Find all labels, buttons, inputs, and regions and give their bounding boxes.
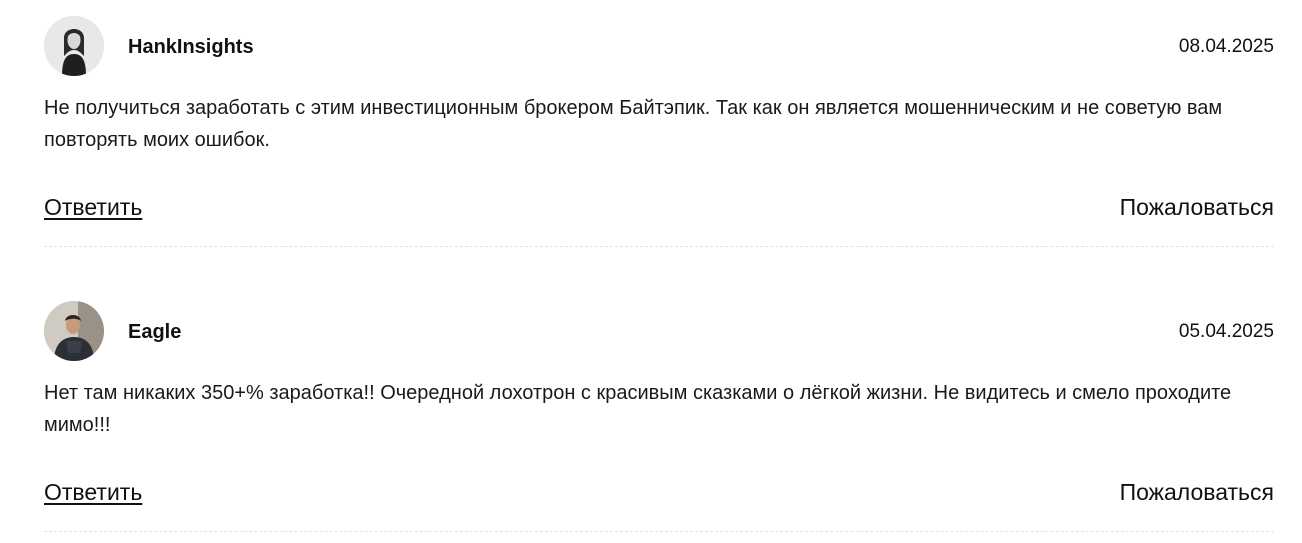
comment-author: Eagle [128, 321, 182, 343]
comment-header: HankInsights 08.04.2025 [44, 16, 1274, 76]
comment-divider [44, 246, 1274, 247]
reply-link[interactable]: Ответить [44, 192, 142, 222]
comment-text: Нет там никаких 350+% заработка!! Очеред… [44, 382, 1232, 436]
comments-list: HankInsights 08.04.2025 Не получиться за… [44, 0, 1274, 543]
user-avatar-photo-icon [44, 301, 104, 361]
avatar [44, 16, 104, 76]
comment-actions: Ответить Пожаловаться [44, 192, 1274, 222]
comment-text: Не получиться заработать с этим инвестиц… [44, 97, 1223, 151]
comment-author: HankInsights [128, 36, 254, 58]
comment-item: HankInsights 08.04.2025 Не получиться за… [44, 0, 1274, 285]
reply-link[interactable]: Ответить [44, 477, 142, 507]
avatar [44, 301, 104, 361]
comment-date: 05.04.2025 [1178, 321, 1274, 342]
comment-actions: Ответить Пожаловаться [44, 477, 1274, 507]
user-avatar-photo-icon [44, 16, 104, 76]
comment-header: Eagle 05.04.2025 [44, 301, 1274, 361]
comment-divider [44, 531, 1274, 532]
comment-item: Eagle 05.04.2025 Нет там никаких 350+% з… [44, 285, 1274, 543]
report-link[interactable]: Пожаловаться [1120, 477, 1274, 507]
comment-date: 08.04.2025 [1178, 36, 1274, 57]
report-link[interactable]: Пожаловаться [1120, 192, 1274, 222]
